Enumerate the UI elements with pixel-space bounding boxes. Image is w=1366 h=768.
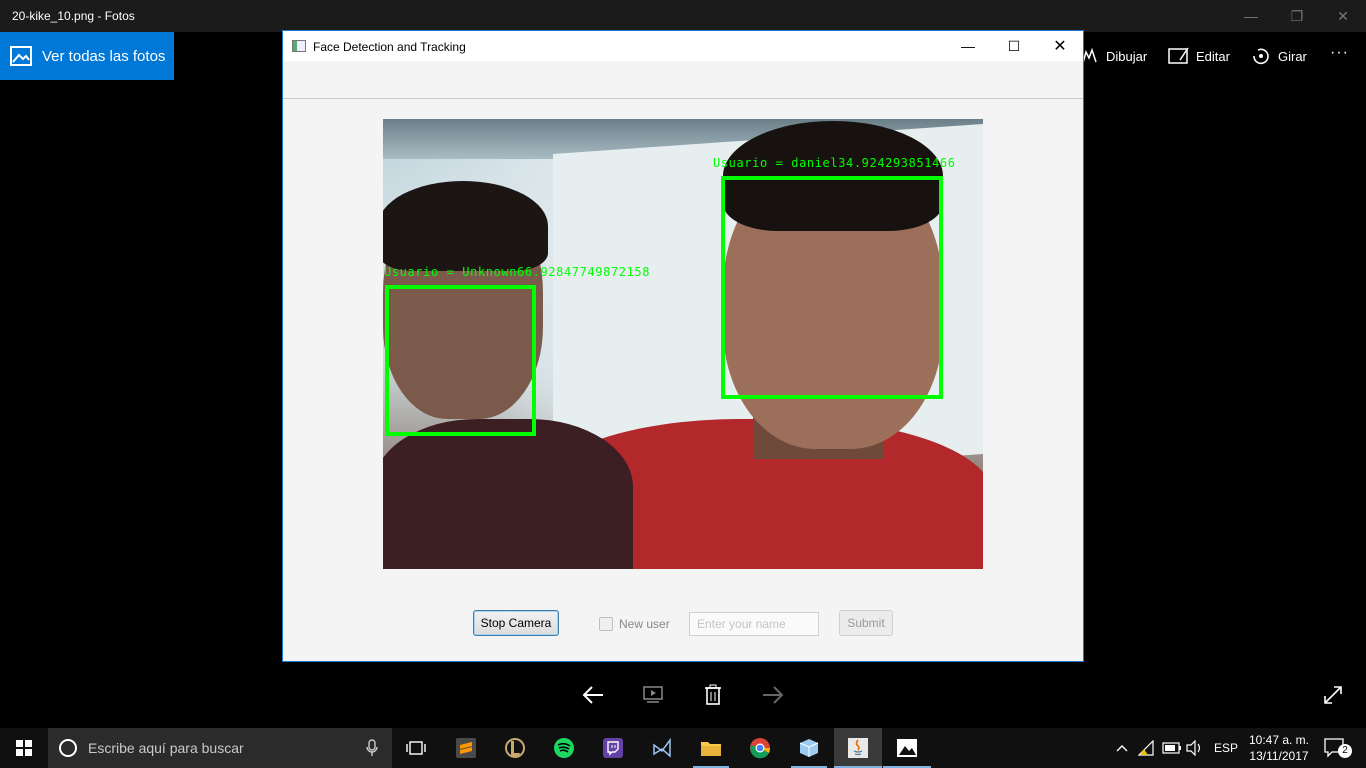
cortana-icon [59, 739, 77, 757]
search-placeholder: Escribe aquí para buscar [88, 740, 244, 756]
clock-time: 10:47 a. m. [1248, 733, 1310, 747]
java-icon [848, 738, 868, 758]
action-center-button[interactable]: 2 [1324, 728, 1352, 768]
photos-restore-button[interactable]: ❐ [1274, 0, 1320, 32]
see-all-photos-button[interactable]: Ver todas las fotos [0, 32, 174, 80]
expand-icon [1324, 686, 1342, 704]
photos-icon [10, 46, 32, 66]
network-status[interactable] [1138, 728, 1156, 768]
face-detection-box-unknown [385, 285, 536, 436]
camera-view: Usuario = Unknown66.92847749872158 Usuar… [383, 119, 983, 569]
person-left-hair [383, 181, 548, 271]
rotate-icon [1253, 48, 1269, 65]
face-detection-window: Face Detection and Tracking — ☐ ✕ Usuari… [282, 30, 1084, 662]
taskbar-3d-builder[interactable] [785, 728, 833, 768]
spotify-icon [554, 738, 574, 758]
photos-titlebar: 20-kike_10.png - Fotos — ❐ ✕ [0, 0, 1366, 32]
taskbar-file-explorer[interactable] [687, 728, 735, 768]
see-all-photos-label: Ver todas las fotos [42, 47, 166, 65]
windows-logo-icon [16, 740, 32, 756]
app-toolbar-area [283, 61, 1083, 99]
submit-button[interactable]: Submit [839, 610, 893, 636]
edit-button[interactable]: Editar [1168, 44, 1230, 68]
microphone-icon[interactable] [366, 739, 378, 757]
volume-control[interactable] [1186, 728, 1204, 768]
slideshow-button[interactable] [638, 680, 668, 710]
folder-icon [701, 742, 721, 756]
taskbar-clock[interactable]: 10:47 a. m. 13/11/2017 [1240, 732, 1318, 764]
input-language[interactable]: ESP [1214, 728, 1238, 768]
java-window-icon [292, 40, 306, 52]
sublime-text-icon [456, 738, 476, 758]
taskbar-photos[interactable] [883, 728, 931, 768]
face-label-daniel: Usuario = daniel34.924293851466 [713, 156, 956, 170]
app-close-button[interactable]: ✕ [1037, 31, 1083, 61]
wifi-warning-icon [1138, 740, 1154, 756]
speaker-icon [1186, 740, 1201, 756]
cube-icon [799, 739, 819, 757]
edit-icon [1168, 47, 1189, 64]
fullscreen-button[interactable] [1318, 680, 1348, 710]
edit-label: Editar [1196, 48, 1230, 64]
photos-app-icon [897, 739, 917, 757]
taskbar-sublime-text[interactable] [442, 728, 490, 768]
photos-minimize-button[interactable]: — [1228, 0, 1274, 32]
app-minimize-button[interactable]: — [945, 31, 991, 61]
notification-count: 2 [1338, 744, 1352, 758]
visual-studio-icon [653, 737, 671, 758]
rotate-label: Girar [1278, 48, 1307, 64]
more-options-button[interactable]: ··· [1330, 44, 1349, 62]
stop-camera-button[interactable]: Stop Camera [473, 610, 559, 636]
chrome-icon [750, 738, 771, 759]
task-view-button[interactable] [392, 728, 440, 768]
trash-icon [705, 684, 721, 705]
face-detection-box-daniel [721, 176, 943, 399]
face-label-unknown: Usuario = Unknown66.92847749872158 [384, 265, 651, 279]
new-user-label: New user [619, 617, 670, 631]
taskbar-java-app[interactable] [834, 728, 882, 768]
battery-status[interactable] [1162, 728, 1182, 768]
taskbar-visual-studio[interactable] [638, 728, 686, 768]
rotate-button[interactable]: Girar [1250, 44, 1307, 68]
app-window-title: Face Detection and Tracking [313, 40, 466, 54]
app-titlebar: Face Detection and Tracking — ☐ ✕ [283, 31, 1083, 61]
league-of-legends-icon [505, 738, 525, 758]
name-input[interactable] [689, 612, 819, 636]
show-hidden-icons-button[interactable] [1116, 728, 1128, 768]
previous-photo-button[interactable] [578, 680, 608, 710]
twitch-icon [603, 738, 623, 758]
photos-window-title: 20-kike_10.png - Fotos [12, 9, 135, 23]
taskbar-spotify[interactable] [540, 728, 588, 768]
person-left-body [383, 419, 633, 569]
taskbar: Escribe aquí para buscar ESP 10:47 a. m.… [0, 728, 1366, 768]
draw-button[interactable]: Dibujar [1080, 44, 1147, 68]
delete-photo-button[interactable] [698, 680, 728, 710]
app-maximize-button[interactable]: ☐ [991, 31, 1037, 61]
next-photo-button[interactable] [758, 680, 788, 710]
taskbar-twitch[interactable] [589, 728, 637, 768]
slideshow-icon [643, 686, 663, 703]
taskbar-chrome[interactable] [736, 728, 784, 768]
taskbar-search[interactable]: Escribe aquí para buscar [48, 728, 392, 768]
battery-icon [1162, 742, 1181, 754]
draw-label: Dibujar [1106, 48, 1148, 64]
new-user-checkbox[interactable] [599, 617, 613, 631]
clock-date: 13/11/2017 [1249, 749, 1309, 763]
arrow-right-icon [763, 686, 784, 704]
screen: 20-kike_10.png - Fotos — ❐ ✕ Ver todas l… [0, 0, 1366, 768]
chevron-up-icon [1116, 745, 1128, 752]
arrow-left-icon [582, 686, 603, 704]
start-button[interactable] [0, 728, 48, 768]
task-view-icon [406, 741, 426, 755]
taskbar-league-of-legends[interactable] [491, 728, 539, 768]
photos-close-button[interactable]: ✕ [1320, 0, 1366, 32]
